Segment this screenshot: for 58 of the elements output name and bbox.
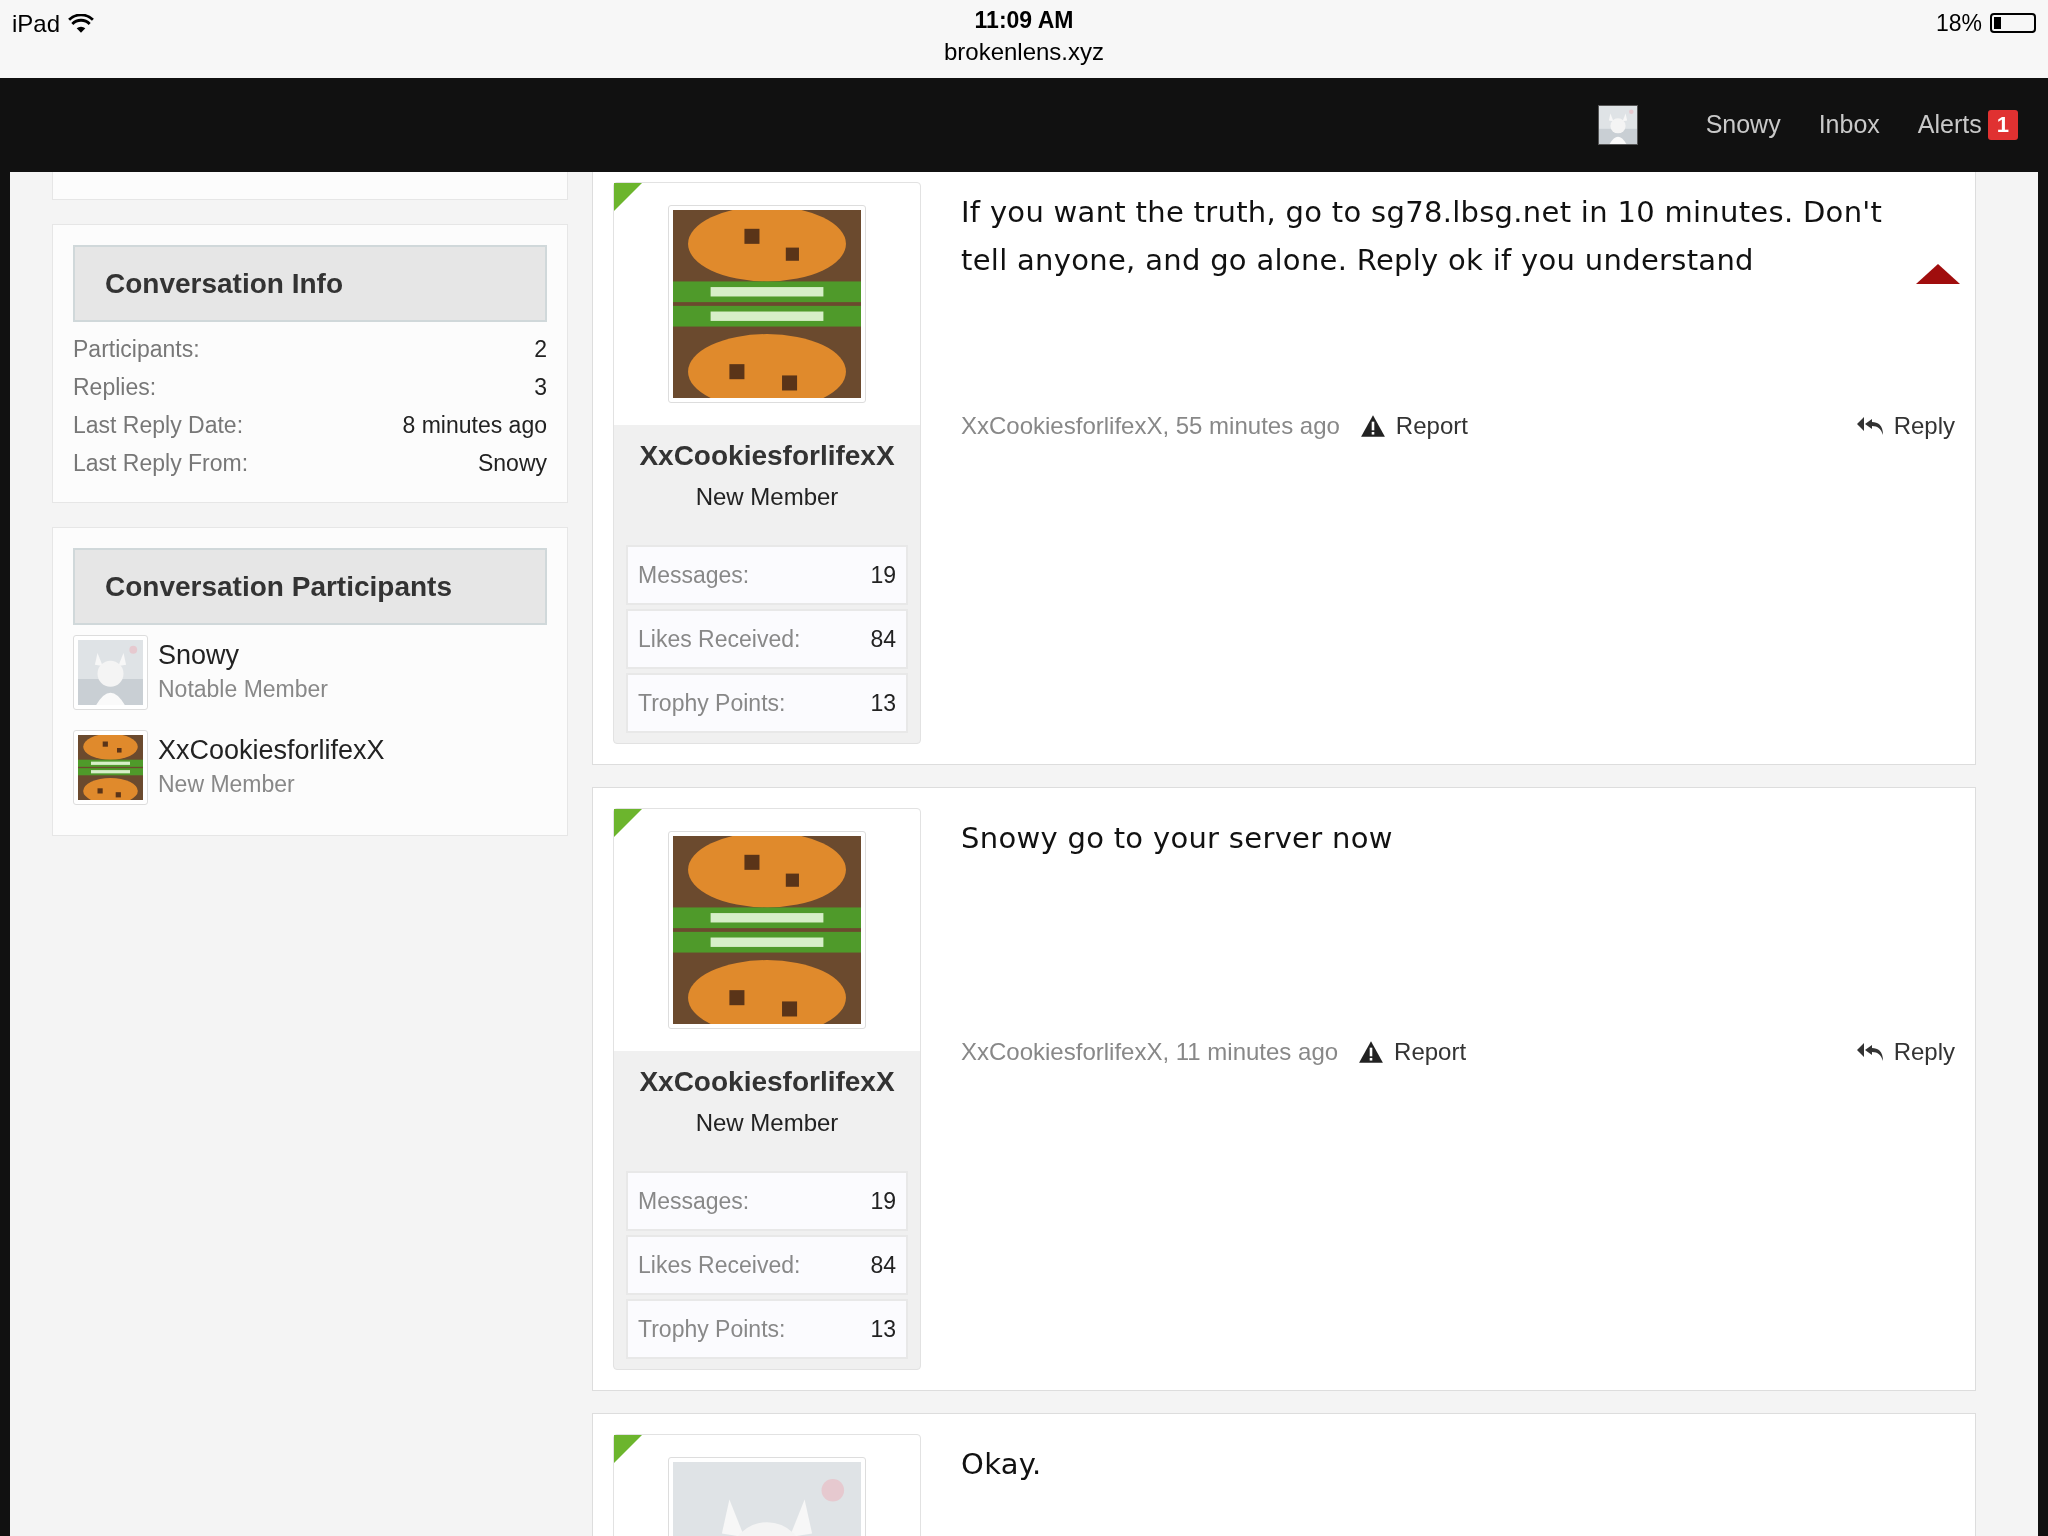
- stat-value: 13: [870, 688, 896, 718]
- info-value: 2: [534, 334, 547, 364]
- stat-label: Messages:: [638, 560, 750, 590]
- info-value: 3: [534, 372, 547, 402]
- warning-icon: [1359, 414, 1386, 438]
- info-label: Last Reply Date:: [73, 410, 244, 440]
- report-link[interactable]: Report: [1358, 1034, 1467, 1070]
- stat-value: 84: [870, 1250, 896, 1280]
- user-rank: New Member: [694, 1108, 840, 1138]
- stat-label: Trophy Points:: [638, 688, 786, 718]
- collapse-arrow-icon[interactable]: [1916, 264, 1960, 284]
- info-label: Last Reply From:: [73, 448, 249, 478]
- corner-flag-icon: [614, 183, 642, 211]
- info-label: Participants:: [73, 334, 200, 364]
- reply-icon: [1855, 415, 1884, 437]
- stat-label: Trophy Points:: [638, 1314, 786, 1344]
- member-rank: New Member: [158, 770, 296, 799]
- info-label: Replies:: [73, 372, 157, 402]
- stat-label: Messages:: [638, 1186, 750, 1216]
- nav-link[interactable]: Snowy: [1705, 106, 1781, 144]
- message-text: Okay.: [961, 1446, 1043, 1483]
- reply-link[interactable]: Reply: [1855, 1034, 1955, 1070]
- section-heading: Conversation Info: [105, 266, 343, 301]
- stat-label: Likes Received:: [638, 1250, 801, 1280]
- device-name: iPad: [12, 9, 61, 39]
- info-value: 8 minutes ago: [402, 410, 547, 440]
- member-name[interactable]: Snowy: [158, 637, 329, 673]
- corner-flag-icon: [614, 809, 642, 837]
- stat-value: 84: [870, 624, 896, 654]
- reply-link[interactable]: Reply: [1855, 408, 1955, 444]
- stat-value: 19: [870, 560, 896, 590]
- author-name[interactable]: XxCookiesforlifexX: [614, 435, 920, 477]
- post-byline: XxCookiesforlifexX, 55 minutes ago: [961, 411, 1340, 441]
- corner-flag-icon: [614, 1435, 642, 1463]
- user-rank: New Member: [694, 482, 840, 512]
- stat-value: 19: [870, 1186, 896, 1216]
- stat-label: Likes Received:: [638, 624, 801, 654]
- info-value: Snowy: [477, 448, 547, 478]
- author-name[interactable]: XxCookiesforlifexX: [614, 1061, 920, 1103]
- post-byline: XxCookiesforlifexX, 11 minutes ago: [961, 1037, 1339, 1067]
- nav-link[interactable]: Inbox: [1818, 106, 1880, 144]
- reply-icon: [1855, 1041, 1884, 1063]
- report-link[interactable]: Report: [1359, 408, 1468, 444]
- battery-percent: 18%: [1935, 9, 1982, 38]
- message-text: If you want the truth, go to sg78.lbsg.net in 10 minutes. Don't tell anyone, and go alone. Reply ok if you understand: [961, 194, 1884, 279]
- nav-link[interactable]: Alerts: [1917, 106, 1982, 144]
- member-name[interactable]: XxCookiesforlifexX: [158, 732, 385, 768]
- battery-icon: [1990, 13, 2036, 34]
- message-text: Snowy go to your server now: [961, 820, 1394, 857]
- alert-count-badge: 1: [1987, 110, 2018, 140]
- warning-icon: [1358, 1040, 1385, 1064]
- wifi-icon: [68, 14, 95, 34]
- section-heading: Conversation Participants: [105, 569, 452, 604]
- member-rank: Notable Member: [158, 675, 329, 704]
- member-avatar[interactable]: [73, 730, 148, 805]
- address-url[interactable]: brokenlens.xyz: [943, 35, 1105, 69]
- clock-time: 11:09 AM: [974, 6, 1074, 35]
- stat-value: 13: [870, 1314, 896, 1344]
